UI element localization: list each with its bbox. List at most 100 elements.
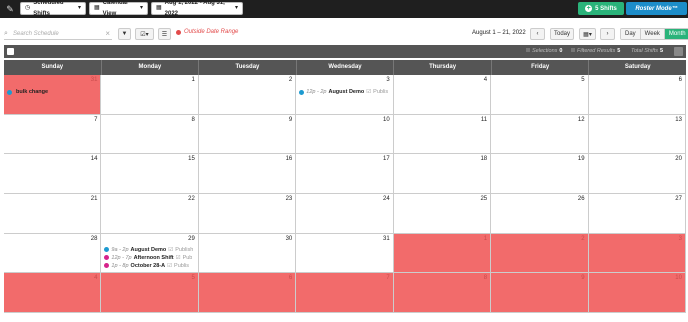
day-number: 7 <box>386 275 390 282</box>
day-cell[interactable]: 24 <box>296 194 394 234</box>
day-cell[interactable]: 31 <box>296 233 394 274</box>
view-week-button[interactable]: Week <box>640 29 665 39</box>
roster-mode-label: Roster Mode™ <box>635 5 678 12</box>
check-options-button[interactable]: ☑▾ <box>135 28 154 40</box>
day-cell[interactable]: 6 <box>588 75 686 115</box>
day-cell[interactable]: 15 <box>101 154 199 194</box>
day-cell[interactable]: 7 <box>296 273 394 313</box>
day-cell[interactable]: 5 <box>491 75 589 115</box>
day-cell[interactable]: 25 <box>393 194 492 234</box>
view-day-button[interactable]: Day <box>621 29 641 39</box>
shift-event[interactable]: 12p - 7p Afternoon Shift ☑ Pub <box>104 255 192 261</box>
day-cell[interactable]: 8 <box>393 273 492 313</box>
date-range-selector[interactable]: ▦ Aug 1, 2022 - Aug 31, 2022 ▾ <box>151 0 243 17</box>
day-cell[interactable]: 2 <box>198 75 297 115</box>
month-grid: 31 bulk change 1 2 3 12p - 2p August Demo ☑ Publ… <box>4 75 686 313</box>
day-number: 11 <box>480 116 488 123</box>
day-cell[interactable]: 10 <box>296 114 394 155</box>
day-cell[interactable]: 18 <box>393 154 492 194</box>
calendar-options-button[interactable]: ▦▾ <box>579 28 596 40</box>
today-button[interactable]: Today <box>550 28 574 40</box>
previous-button[interactable]: ‹ <box>530 28 545 40</box>
day-number: 14 <box>90 156 98 163</box>
day-cell[interactable]: 19 <box>491 154 589 194</box>
day-cell[interactable]: 11 <box>393 114 492 155</box>
next-button[interactable]: › <box>600 28 615 40</box>
day-cell[interactable]: 22 <box>101 194 199 234</box>
day-cell[interactable]: 4 <box>393 75 492 115</box>
day-cell[interactable]: 26 <box>491 194 589 234</box>
day-number: 31 <box>383 235 390 242</box>
day-cell[interactable]: 14 <box>4 154 102 194</box>
day-cell[interactable]: 3 <box>588 233 686 274</box>
day-cell[interactable]: 16 <box>198 154 297 194</box>
outside-date-range-toggle[interactable]: Outside Date Range <box>176 29 238 35</box>
publish-checkbox-icon: ☑ <box>175 254 181 261</box>
shift-name: October 28-A <box>130 262 166 269</box>
day-cell[interactable]: 27 <box>588 194 686 234</box>
day-cell[interactable]: 13 <box>588 114 686 155</box>
day-number: 3 <box>678 235 682 242</box>
selections-count: 0 <box>559 48 563 54</box>
outside-range-label: Outside Date Range <box>184 29 239 35</box>
shift-time: 12p - 7p <box>111 254 132 261</box>
day-cell[interactable]: 1 <box>393 233 492 274</box>
day-number: 23 <box>285 196 293 202</box>
day-cell[interactable]: 8 <box>101 114 199 155</box>
day-number: 4 <box>483 77 488 83</box>
day-cell[interactable]: 4 <box>4 273 102 313</box>
checkbox-icon: ☑▾ <box>140 31 149 38</box>
day-cell[interactable]: 10 <box>588 273 686 313</box>
day-number: 5 <box>191 275 195 282</box>
publish-label: Publis <box>373 89 389 95</box>
day-cell[interactable]: 23 <box>198 194 297 234</box>
list-view-button[interactable]: ☰ <box>158 28 171 40</box>
search-icon: ⌕ <box>4 29 8 37</box>
day-cell[interactable]: 5 <box>101 273 199 313</box>
day-number: 12 <box>577 116 585 123</box>
chevron-down-icon: ▾ <box>234 5 238 11</box>
day-cell[interactable]: 28 <box>4 233 102 274</box>
day-number: 9 <box>581 275 585 282</box>
select-all-checkbox[interactable] <box>7 48 14 55</box>
publish-checkbox-icon: ☑ <box>167 262 173 269</box>
filter-button[interactable]: ▼ <box>118 28 131 40</box>
selections-label: Selections <box>532 48 558 54</box>
day-cell[interactable]: 17 <box>296 154 394 194</box>
day-cell[interactable]: 20 <box>588 154 686 194</box>
schedule-selector[interactable]: ◷ Scheduled Shifts ▾ <box>20 0 86 17</box>
day-cell[interactable]: 30 <box>198 233 297 274</box>
shift-event[interactable]: bulk change <box>7 89 48 95</box>
day-number: 20 <box>675 156 682 163</box>
view-month-button[interactable]: Month <box>664 29 688 39</box>
shift-event[interactable]: 9a - 2p August Demo ☑ Publish <box>104 247 193 253</box>
settings-icon[interactable] <box>674 47 683 56</box>
day-number: 29 <box>188 235 195 242</box>
day-cell[interactable]: 2 <box>491 233 589 274</box>
day-cell[interactable]: 12 <box>491 114 589 155</box>
day-cell[interactable]: 9 <box>491 273 589 313</box>
view-selector[interactable]: ▦ Calendar View ▾ <box>89 0 148 17</box>
clear-search-icon[interactable]: × <box>105 28 110 40</box>
total-shifts-count: 5 <box>660 48 664 54</box>
day-cell[interactable]: 21 <box>4 194 102 234</box>
day-cell[interactable]: 6 <box>198 273 297 313</box>
shift-event[interactable]: 12p - 2p August Demo ☑ Publis <box>299 89 388 95</box>
day-cell[interactable]: 3 12p - 2p August Demo ☑ Publis <box>296 75 394 115</box>
roster-mode-button[interactable]: Roster Mode™ <box>626 2 687 15</box>
app-logo-icon[interactable]: ✎ <box>4 3 16 15</box>
shifts-button[interactable]: + 5 Shifts <box>578 2 624 15</box>
search-input[interactable]: ⌕ Search Schedule × <box>4 28 112 40</box>
status-bar: Selections 0 Filtered Results 5 Total Shif… <box>4 45 686 58</box>
day-cell[interactable]: 31 bulk change <box>4 75 102 115</box>
day-number: 5 <box>581 77 585 83</box>
day-cell[interactable]: 29 9a - 2p August Demo ☑ Publish 12p - 7p Afte… <box>101 233 199 274</box>
shift-event[interactable]: 1p - 8p October 28-A ☑ Publis <box>104 263 189 269</box>
day-cell[interactable]: 7 <box>4 114 102 155</box>
date-range-label: Aug 1, 2022 - Aug 31, 2022 <box>164 0 225 17</box>
schedule-selector-label: Scheduled Shifts <box>33 0 64 17</box>
filtered-results-stat: Filtered Results 5 <box>571 47 620 56</box>
day-cell[interactable]: 9 <box>198 114 297 155</box>
publish-checkbox-icon: ☑ <box>366 89 372 95</box>
day-cell[interactable]: 1 <box>101 75 199 115</box>
